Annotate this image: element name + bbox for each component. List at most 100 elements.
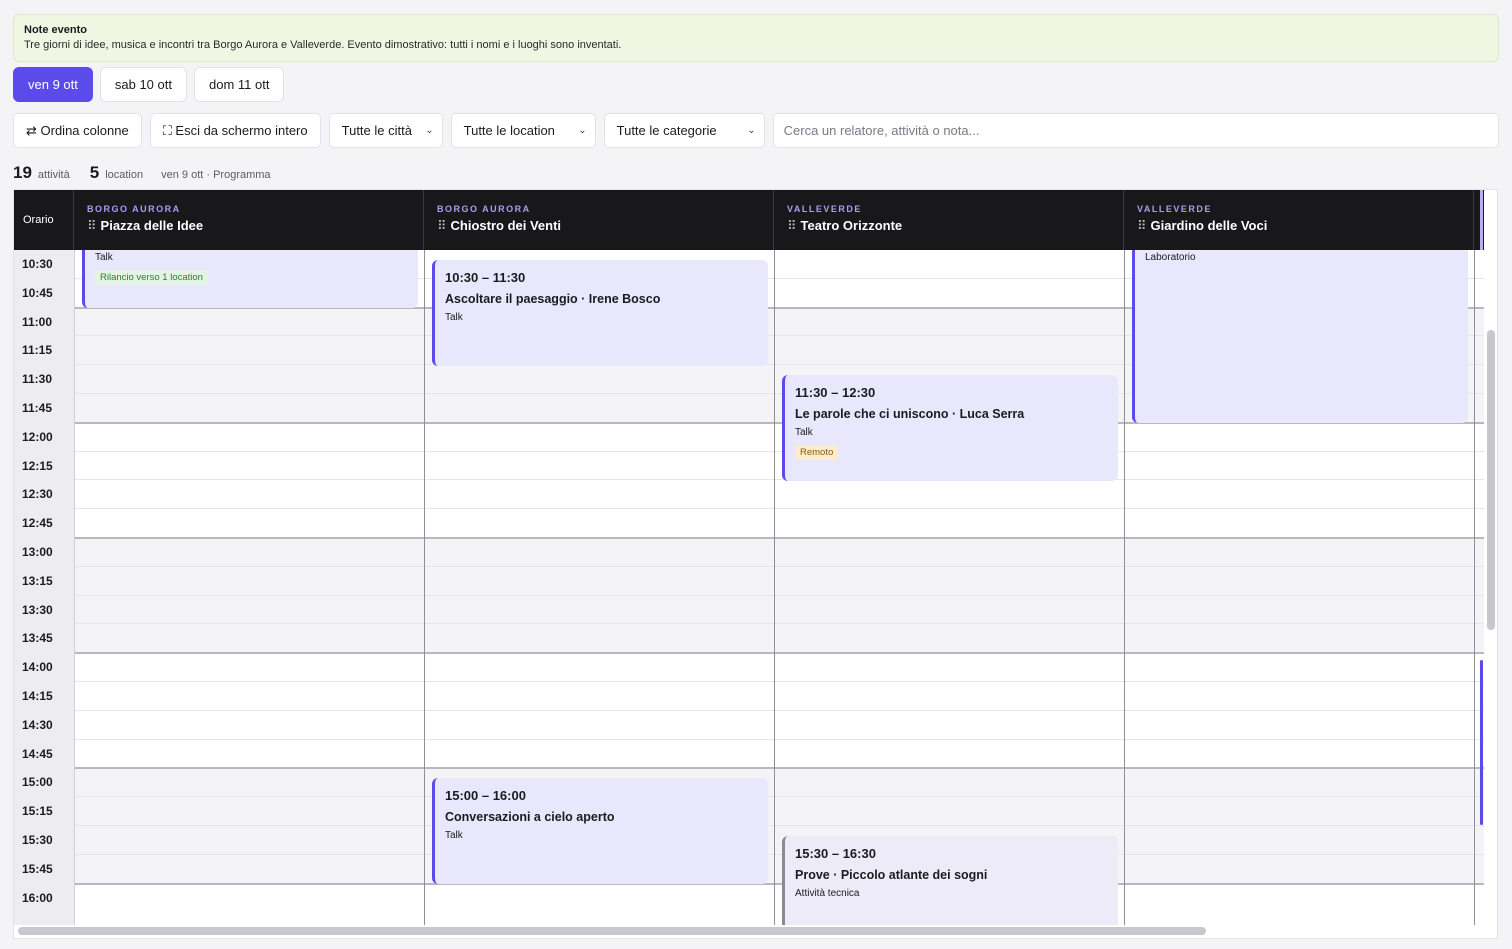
- time-label: 11:30: [22, 372, 53, 387]
- stats-context: ven 9 ott · Programma: [161, 169, 271, 181]
- horizontal-scrollbar[interactable]: [18, 927, 1206, 935]
- time-label: 12:45: [22, 516, 53, 531]
- drag-handle-icon[interactable]: ⠿: [1137, 218, 1147, 233]
- event-category: Attività tecnica: [795, 888, 860, 899]
- event-category: Laboratorio: [1145, 252, 1196, 263]
- column-header-piazza[interactable]: BORGO AURORA ⠿ Piazza delle Idee: [74, 190, 424, 250]
- event-notes: Note evento Tre giorni di idee, musica e…: [13, 14, 1499, 62]
- grid-line: [74, 537, 1484, 539]
- column-divider: [1474, 250, 1475, 925]
- time-label: 14:15: [22, 689, 53, 703]
- chevron-down-icon: ⌄: [747, 125, 756, 136]
- event-title: Ascoltare il paesaggio · Irene Bosco: [445, 292, 661, 306]
- drag-handle-icon[interactable]: ⠿: [87, 218, 97, 233]
- event-title: Prove · Piccolo atlante dei sogni: [795, 868, 988, 882]
- column-city: VALLEVERDE: [1137, 204, 1212, 214]
- time-label: 12:30: [22, 487, 53, 502]
- time-label: 14:30: [22, 717, 53, 732]
- event-card[interactable]: 15:30 – 16:30 Prove · Piccolo atlante de…: [782, 836, 1118, 925]
- event-tag: Rilancio verso 1 location: [95, 270, 208, 285]
- column-header-chiostro[interactable]: BORGO AURORA ⠿ Chiostro dei Venti: [424, 190, 774, 250]
- time-label: 12:00: [22, 429, 53, 444]
- event-category: Talk: [795, 427, 813, 438]
- time-label: 13:00: [22, 545, 53, 559]
- event-title: Le parole che ci uniscono · Luca Serra: [795, 407, 1025, 421]
- event-card[interactable]: 15:00 – 16:00 Conversazioni a cielo aper…: [432, 778, 768, 884]
- city-select[interactable]: Tutte le città ⌄: [328, 113, 443, 148]
- grid-line: [74, 594, 1484, 596]
- column-location: Giardino delle Voci: [1150, 218, 1268, 233]
- locations-count: 5: [89, 163, 100, 182]
- event-category: Talk: [95, 252, 113, 263]
- time-label: 12:15: [22, 458, 53, 473]
- grid-line: [74, 709, 1484, 711]
- time-label: 14:45: [22, 746, 53, 761]
- grid-line: [74, 825, 1484, 826]
- drag-handle-icon[interactable]: ⠿: [787, 218, 797, 233]
- column-location: Teatro Orizzonte: [800, 218, 903, 233]
- exit-fullscreen-label: ⛶ Esci da schermo intero: [162, 122, 308, 138]
- day-tab-sun[interactable]: dom 11 ott: [193, 67, 285, 102]
- time-label: 11:15: [22, 343, 53, 358]
- event-card[interactable]: Talk Rilancio verso 1 location: [82, 250, 418, 308]
- event-category: Talk: [445, 830, 463, 841]
- event-card[interactable]: Laboratorio: [1132, 250, 1468, 423]
- event-card[interactable]: 10:30 – 11:30 Ascoltare il paesaggio · I…: [432, 260, 768, 366]
- time-label: 11:00: [22, 314, 53, 329]
- column-divider: [774, 250, 775, 925]
- grid-line: [74, 853, 1484, 855]
- column-location: Chiostro dei Venti: [450, 218, 562, 233]
- search-input[interactable]: [772, 113, 1499, 148]
- vertical-scrollbar[interactable]: [1487, 330, 1495, 630]
- column-divider: [74, 250, 75, 925]
- time-label: 13:45: [22, 631, 53, 646]
- column-city: VALLEVERDE: [787, 204, 862, 214]
- time-label: 15:00: [22, 775, 53, 790]
- toolbar: ⇄ Ordina colonne ⛶ Esci da schermo inter…: [13, 113, 1499, 148]
- locations-label: location: [105, 169, 144, 181]
- location-select[interactable]: Tutte le location ⌄: [450, 113, 596, 148]
- grid-line: [74, 767, 1484, 770]
- time-label: 10:45: [22, 285, 53, 300]
- grid-line: [74, 508, 1484, 510]
- time-label: 13:15: [22, 573, 53, 588]
- stats-bar: 19 attività 5 location ven 9 ott · Progr…: [13, 163, 271, 183]
- order-columns-label: ⇄ Ordina colonne: [26, 122, 129, 138]
- order-columns-button[interactable]: ⇄ Ordina colonne: [13, 113, 142, 148]
- event-title: Conversazioni a cielo aperto: [445, 810, 615, 824]
- time-label: 16:00: [22, 890, 53, 905]
- grid-line: [74, 623, 1484, 625]
- time-label: 11:45: [22, 401, 53, 415]
- column-divider: [424, 250, 425, 925]
- column-header-giardino[interactable]: VALLEVERDE ⠿ Giardino delle Voci: [1124, 190, 1474, 250]
- event-category: Talk: [445, 312, 463, 323]
- chevron-down-icon: ⌄: [425, 125, 434, 136]
- column-location: Piazza delle Idee: [100, 218, 204, 233]
- day-tabs: ven 9 ott sab 10 ott dom 11 ott: [13, 67, 285, 102]
- column-city: BORGO AURORA: [437, 204, 531, 214]
- grid-line: [74, 796, 1484, 798]
- column-header-teatro[interactable]: VALLEVERDE ⠿ Teatro Orizzonte: [774, 190, 1124, 250]
- time-label: 14:00: [22, 660, 53, 675]
- grid-line: [74, 681, 1484, 682]
- city-select-value: Tutte le città: [341, 123, 412, 138]
- time-label: 15:30: [22, 833, 53, 847]
- event-card[interactable]: 11:30 – 12:30 Le parole che ci uniscono …: [782, 375, 1118, 481]
- grid-line: [74, 738, 1484, 740]
- grid-line: [74, 652, 1484, 655]
- grid-header: Orario BORGO AURORA ⠿ Piazza delle Idee B…: [14, 190, 1484, 250]
- time-label: 10:30: [22, 257, 53, 271]
- category-select[interactable]: Tutte le categorie ⌄: [603, 113, 765, 148]
- exit-fullscreen-button[interactable]: ⛶ Esci da schermo intero: [149, 113, 321, 148]
- day-tab-sat[interactable]: sab 10 ott: [99, 67, 187, 102]
- event-time: 10:30 – 11:30: [445, 270, 526, 285]
- event-time: 11:30 – 12:30: [795, 385, 876, 400]
- grid-line: [74, 565, 1484, 567]
- day-tab-fri[interactable]: ven 9 ott: [13, 67, 93, 102]
- category-select-value: Tutte le categorie: [616, 123, 717, 138]
- time-label: 15:45: [22, 861, 53, 876]
- column-city: BORGO AURORA: [87, 204, 181, 214]
- grid-line: [74, 450, 1484, 452]
- drag-handle-icon[interactable]: ⠿: [437, 218, 447, 233]
- event-time: 15:30 – 16:30: [795, 846, 876, 861]
